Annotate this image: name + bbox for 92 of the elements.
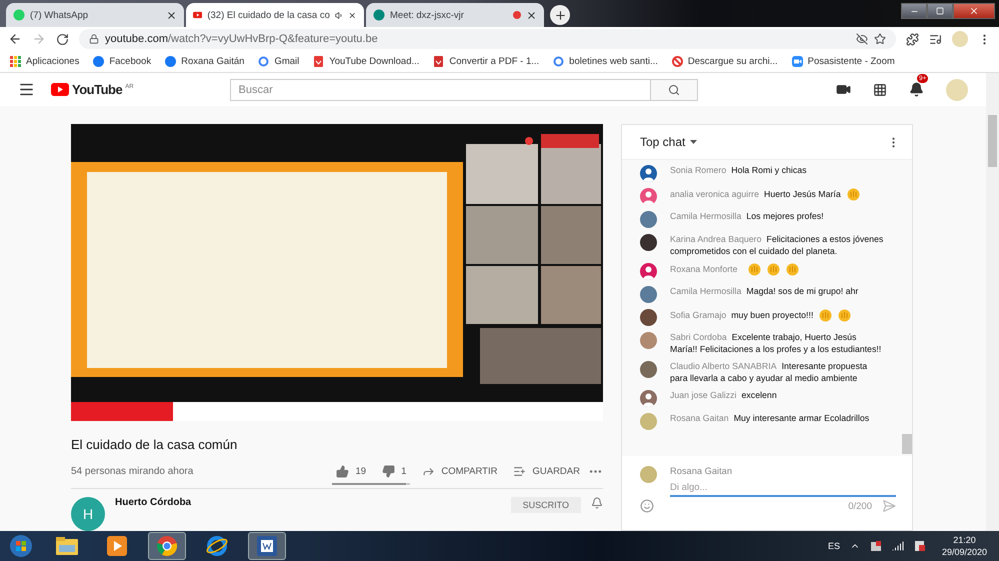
plus-icon bbox=[554, 8, 566, 22]
hand-emoji-icon bbox=[838, 309, 852, 322]
hand-emoji-icon bbox=[846, 188, 860, 201]
caret-down-icon bbox=[690, 140, 698, 144]
close-window-button[interactable] bbox=[953, 3, 995, 19]
playlist-icon[interactable] bbox=[929, 32, 942, 46]
play-icon bbox=[107, 536, 127, 556]
composer-author: Rosana Gaitan bbox=[670, 466, 734, 476]
video-title: El cuidado de la casa común bbox=[71, 437, 238, 452]
scrollbar-thumb[interactable] bbox=[988, 115, 997, 167]
close-icon bbox=[969, 6, 979, 16]
list-plus-icon bbox=[513, 464, 526, 478]
address-bar[interactable]: youtube.com/watch?v=vyUwHvBrp-Q&feature=youtu.be bbox=[79, 29, 896, 49]
chat-message: Sabri Cordoba Excelente trabajo, Huerto Jesús María!! Felicitaciones a los profes y a los estudiantes!! bbox=[670, 332, 882, 355]
thumbs-down-icon bbox=[382, 464, 396, 478]
like-button[interactable]: 19 bbox=[328, 464, 374, 478]
apps-grid-icon bbox=[10, 56, 21, 67]
chat-message: analia veronica aguirre Huerto Jesús María bbox=[670, 188, 886, 201]
search-field[interactable]: Buscar bbox=[230, 78, 651, 100]
hand-emoji-icon bbox=[786, 263, 800, 276]
subscribed-button[interactable]: SUSCRITO bbox=[510, 497, 581, 513]
apps-grid-icon[interactable] bbox=[873, 82, 887, 96]
chat-input-field[interactable]: Di algo... bbox=[670, 480, 896, 497]
bookmark-link[interactable]: Convertir a PDF - 1... bbox=[433, 56, 540, 67]
clock[interactable]: 21:20 29/09/2020 bbox=[936, 535, 993, 557]
chat-message: Sonia Romero Hola Romi y chicas bbox=[670, 165, 808, 176]
maximize-button[interactable] bbox=[927, 3, 953, 19]
hand-emoji-icon bbox=[748, 263, 762, 276]
puzzle-icon[interactable] bbox=[906, 32, 919, 46]
browser-logo-icon bbox=[156, 535, 178, 557]
star-icon[interactable] bbox=[874, 33, 886, 45]
search-icon bbox=[668, 84, 680, 96]
browser-tab[interactable]: Meet: dxz-jsxc-vjr bbox=[366, 3, 544, 27]
close-tab-icon[interactable] bbox=[526, 10, 537, 20]
chat-message: Rosana Gaitan Muy interesante armar Ecoladrillos bbox=[670, 413, 870, 424]
video-camera-icon[interactable] bbox=[836, 82, 851, 97]
document-icon bbox=[433, 56, 444, 67]
avatar-photo-placeholder bbox=[640, 466, 657, 483]
bookmark-link[interactable]: Aplicaciones bbox=[10, 56, 80, 67]
maximize-icon bbox=[936, 7, 944, 15]
scrollbar-thumb[interactable] bbox=[902, 434, 912, 454]
flag-icon[interactable] bbox=[914, 540, 926, 552]
thumbs-up-icon bbox=[336, 464, 350, 478]
search-button[interactable] bbox=[650, 78, 698, 100]
viewer-count: 54 personas mirando ahora bbox=[71, 466, 194, 476]
share-button[interactable]: COMPARTIR bbox=[414, 464, 506, 478]
lock-icon bbox=[89, 34, 99, 44]
close-tab-icon[interactable] bbox=[166, 10, 177, 20]
new-tab-button[interactable] bbox=[550, 5, 570, 25]
emoji-icon[interactable] bbox=[640, 499, 654, 513]
chat-message: Camila Hermosilla Magda! sos de mi grupo! ahr bbox=[670, 286, 860, 298]
video-camera-icon bbox=[792, 56, 803, 67]
back-icon[interactable] bbox=[8, 32, 22, 46]
bookmark-link[interactable]: boletines web santi... bbox=[553, 56, 658, 67]
bookmark-link[interactable]: Gmail bbox=[258, 56, 300, 67]
bookmark-link[interactable]: Facebook bbox=[93, 56, 152, 67]
language-indicator[interactable]: ES bbox=[828, 541, 840, 551]
chat-message: Karina Andrea Baquero Felicitaciones a estos jóvenes comprometidos con el cuidado del planeta. bbox=[670, 234, 884, 257]
bookmark-link[interactable]: Posasistente - Zoom bbox=[792, 56, 895, 67]
reload-icon[interactable] bbox=[56, 32, 69, 46]
chat-mode-dropdown[interactable]: Top chat bbox=[640, 135, 698, 149]
download-icon bbox=[313, 56, 324, 67]
speaker-icon[interactable] bbox=[334, 10, 344, 20]
chat-message: Sofia Gramajo muy buen proyecto!!! bbox=[670, 309, 886, 322]
logo-text[interactable]: YouTube bbox=[72, 82, 122, 97]
no-entry-icon bbox=[672, 56, 683, 67]
bookmark-link[interactable]: YouTube Download... bbox=[313, 56, 420, 67]
character-counter: 0/200 bbox=[848, 500, 872, 512]
play-logo-icon bbox=[193, 9, 202, 21]
hand-emoji-icon bbox=[767, 263, 780, 276]
dislike-button[interactable]: 1 bbox=[374, 464, 414, 478]
channel-name[interactable]: Huerto Córdoba bbox=[115, 497, 501, 508]
bookmark-link[interactable]: Descargue su archi... bbox=[672, 56, 778, 67]
chat-message: Roxana Monforte bbox=[670, 263, 886, 276]
bookmark-link[interactable]: Roxana Gaitán bbox=[165, 56, 244, 67]
play-logo-icon bbox=[51, 83, 69, 96]
network-icon[interactable] bbox=[870, 540, 882, 552]
chat-message: Camila Hermosilla Los mejores profes! bbox=[670, 211, 825, 222]
taskbar-app-button[interactable] bbox=[248, 532, 286, 560]
browser-tab[interactable]: (32) El cuidado de la casa co bbox=[186, 3, 364, 27]
bell-icon[interactable] bbox=[909, 82, 924, 97]
menu-icon[interactable] bbox=[18, 81, 35, 98]
save-button[interactable]: GUARDAR bbox=[505, 464, 588, 478]
chat-message: Claudio Alberto SANABRIA Interesante propuesta para llevarla a cabo y ayudar al medio ambiente bbox=[670, 361, 868, 384]
eye-slash-icon[interactable] bbox=[856, 33, 868, 45]
e-logo-icon bbox=[206, 535, 228, 557]
windows-logo-icon bbox=[9, 534, 33, 558]
folder-icon bbox=[56, 537, 78, 555]
hand-emoji-icon bbox=[819, 309, 832, 322]
browser-tab[interactable]: (7) WhatsApp bbox=[6, 3, 184, 27]
document-icon bbox=[257, 536, 277, 556]
chat-message: Juan jose Galizzi excelenn bbox=[670, 390, 778, 402]
